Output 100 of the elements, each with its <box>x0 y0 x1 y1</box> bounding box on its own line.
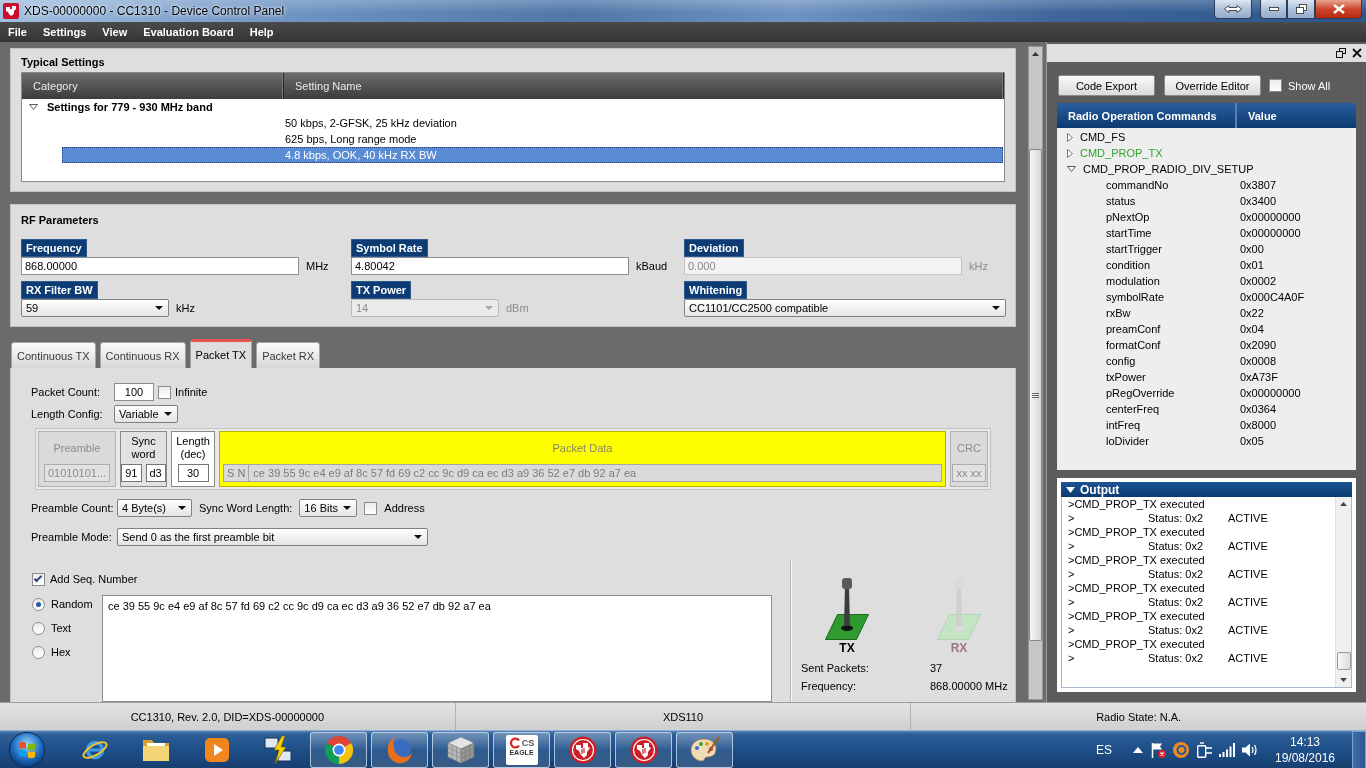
scrollbar[interactable] <box>1028 46 1043 700</box>
stat-label: Frequency: <box>801 680 857 692</box>
start-orb-icon <box>8 731 46 768</box>
field-label: TX Power <box>351 281 412 299</box>
checkbox[interactable] <box>158 385 171 399</box>
joystick-icon <box>825 578 869 640</box>
tab[interactable]: Packet TX <box>189 339 253 368</box>
tab[interactable]: Packet RX <box>256 342 321 368</box>
taskbar-button[interactable] <box>554 731 611 768</box>
stat-value: 868.00000 MHz <box>930 680 1008 692</box>
signal-bars-icon[interactable] <box>1219 742 1235 757</box>
clock[interactable]: 14:13 19/08/2016 <box>1273 733 1337 766</box>
show-hidden-icons-button[interactable] <box>1133 746 1143 753</box>
dropdown[interactable]: Variable <box>114 405 178 423</box>
radio-button[interactable] <box>32 621 45 635</box>
menu-item[interactable]: Settings <box>34 22 95 42</box>
parameter-name: condition <box>1106 259 1151 271</box>
menu-item[interactable]: Help <box>241 22 282 42</box>
panel-title: RF Parameters <box>21 213 99 227</box>
log-state: ACTIVE <box>1228 596 1268 608</box>
triangle-right-icon[interactable] <box>1067 148 1073 158</box>
payload-text-area[interactable]: ce 39 55 9c e4 e9 af 8c 57 fd 69 c2 cc 9c d9 ca ec d3 a9 36 52 e7 db 92 a7 ea <box>102 595 772 702</box>
text-field[interactable]: 100 <box>114 383 154 401</box>
menu-item[interactable]: File <box>0 22 35 42</box>
setting-name[interactable]: 50 kbps, 2-GFSK, 25 kHz deviation <box>285 117 457 129</box>
parameter-value: 0x0364 <box>1240 403 1277 415</box>
parameter-name: pNextOp <box>1106 211 1150 223</box>
text-field[interactable]: 868.00000 <box>21 257 299 275</box>
taskbar-button[interactable] <box>676 731 733 768</box>
dropdown[interactable]: CC1101/CC2500 compatible <box>684 299 1006 317</box>
triangle-right-icon[interactable] <box>1067 132 1073 142</box>
tab[interactable]: Continuous TX <box>11 342 96 368</box>
logo-icon <box>3 3 19 19</box>
unit-label: kBaud <box>636 260 668 272</box>
plug-icon[interactable] <box>1196 741 1212 758</box>
checkbox[interactable] <box>32 572 45 586</box>
dropdown[interactable]: Send 0 as the first preamble bit <box>117 528 428 546</box>
show-desktop-button[interactable] <box>1352 730 1366 768</box>
caret-down-icon <box>992 306 1000 310</box>
speaker-icon[interactable] <box>1242 741 1258 758</box>
column-header[interactable]: Category <box>22 73 284 99</box>
push-button[interactable]: Override Editor <box>1164 75 1261 96</box>
field-label: Frequency <box>21 239 87 257</box>
taskbar-button[interactable] <box>615 731 672 768</box>
float-window-icon[interactable] <box>1336 48 1346 58</box>
parameter-value: 0x0008 <box>1240 355 1277 367</box>
dropdown[interactable]: 4 Byte(s) <box>117 499 192 517</box>
scrollbar-thumb[interactable] <box>1029 149 1042 641</box>
radio-button[interactable] <box>32 597 45 611</box>
mode-toggle[interactable]: TX <box>791 578 903 655</box>
menu-item[interactable]: Evaluation Board <box>135 22 242 42</box>
log-state: ACTIVE <box>1228 568 1268 580</box>
value-field[interactable]: 91 <box>121 464 142 482</box>
dropdown[interactable]: 59 <box>21 299 169 317</box>
field-label: RX Filter BW <box>21 281 98 299</box>
menu-item[interactable]: View <box>94 22 136 42</box>
push-button[interactable]: Code Export <box>1058 75 1155 96</box>
minimize-button[interactable] <box>1260 0 1287 19</box>
log-state: ACTIVE <box>1228 624 1268 636</box>
panel-title: Output <box>1080 482 1120 497</box>
checkbox[interactable] <box>364 501 378 515</box>
parameter-name: startTrigger <box>1106 243 1162 255</box>
taskbar-button[interactable] <box>310 731 367 768</box>
setting-name[interactable]: 625 bps, Long range mode <box>285 133 417 145</box>
double-arrow-icon <box>1224 5 1242 13</box>
parameter-value: 0x2090 <box>1240 339 1277 351</box>
grip-icon <box>1032 392 1039 398</box>
close-icon[interactable] <box>1352 48 1362 58</box>
resize-button[interactable] <box>1214 0 1252 19</box>
text-field[interactable]: 4.80042 <box>351 257 629 275</box>
triangle-down-icon[interactable] <box>29 104 38 110</box>
parameter-value: 0x0002 <box>1240 275 1277 287</box>
ring-icon[interactable] <box>1173 741 1189 758</box>
dropdown[interactable]: 16 Bits <box>299 499 358 517</box>
taskbar-button[interactable] <box>371 731 428 768</box>
tree-item[interactable]: CMD_PROP_RADIO_DIV_SETUP <box>1083 163 1254 175</box>
tree-group-label[interactable]: Settings for 779 - 930 MHz band <box>47 101 213 113</box>
close-button[interactable] <box>1315 0 1362 19</box>
column-header[interactable]: Value <box>1237 103 1356 128</box>
language-button[interactable]: ES <box>1092 742 1116 757</box>
parameter-name: intFreq <box>1106 419 1141 431</box>
parameter-value: 0x000C4A0F <box>1240 291 1305 303</box>
tab[interactable]: Continuous RX <box>99 342 186 368</box>
parameter-name: preamConf <box>1106 323 1161 335</box>
column-header[interactable]: Setting Name <box>284 73 1004 99</box>
triangle-down-icon[interactable] <box>1067 166 1076 172</box>
parameter-name: modulation <box>1106 275 1160 287</box>
scrollbar-thumb[interactable] <box>1336 652 1351 670</box>
checkbox[interactable] <box>1269 79 1282 92</box>
radio-button[interactable] <box>32 645 45 659</box>
unit-label: MHz <box>306 260 329 272</box>
taskbar-button[interactable] <box>432 731 489 768</box>
triangle-down-icon[interactable] <box>1066 486 1075 493</box>
value-field[interactable]: d3 <box>145 464 166 482</box>
flag-icon[interactable] <box>1150 741 1166 758</box>
restore-button[interactable] <box>1287 0 1315 19</box>
log-text: >CMD_PROP_TX executed <box>1068 610 1205 622</box>
tree-item[interactable]: CMD_FS <box>1080 131 1126 143</box>
segment-title: Preamble <box>53 441 101 455</box>
value-field[interactable]: 30 <box>177 464 209 482</box>
